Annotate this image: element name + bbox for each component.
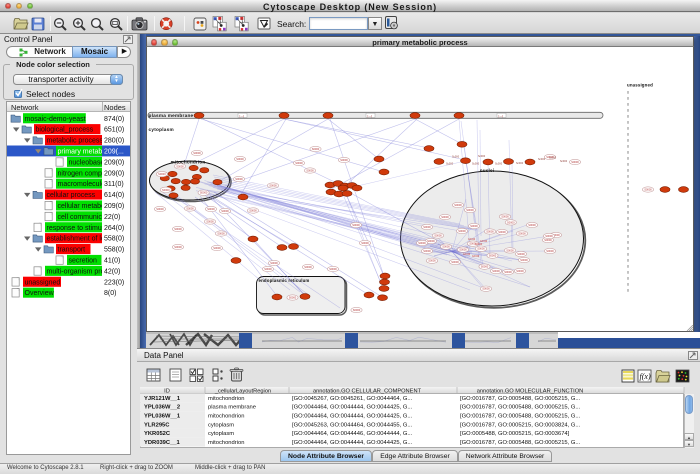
svg-text:[GO:0016787, GO:0005488, GO:00: [GO:0016787, GO:0005488, GO:0005215, G..…	[460, 414, 581, 420]
svg-text:YPL036W__2: YPL036W__2	[144, 405, 180, 411]
svg-text:YLR295C: YLR295C	[144, 422, 170, 428]
svg-text:[GO:0016787, GO:0005488, GO:00: [GO:0016787, GO:0005488, GO:0005215, G..…	[460, 440, 581, 446]
svg-text:YJR121W__1: YJR121W__1	[144, 396, 181, 402]
svg-text:mitochondrion: mitochondrion	[208, 440, 244, 446]
svg-text:annotation.GO CELLULAR_COMPONE: annotation.GO CELLULAR_COMPONENT	[313, 389, 422, 395]
svg-text:[GO:0045263, GO:0044464, GO:00: [GO:0045263, GO:0044464, GO:0044455, G..…	[292, 422, 413, 428]
svg-text:[GO:0045267, GO:0045261, GO:00: [GO:0045267, GO:0045261, GO:0044464, G..…	[292, 396, 413, 402]
svg-text:annotation.GO MOLECULAR_FUNCTI: annotation.GO MOLECULAR_FUNCTION	[477, 389, 584, 395]
svg-text:YPL036W__1: YPL036W__1	[144, 414, 181, 420]
svg-text:[GO:0016787, GO:0005488, GO:00: [GO:0016787, GO:0005488, GO:0005215, G..…	[460, 396, 581, 402]
svg-text:[GO:0044464, GO:0044444, GO:00: [GO:0044464, GO:0044444, GO:0044425, G..…	[292, 405, 413, 411]
svg-text:[GO:0016787, GO:0005488, GO:00: [GO:0016787, GO:0005488, GO:0005215, G..…	[460, 405, 581, 411]
svg-text:[GO:0044464, GO:0044444, GO:00: [GO:0044464, GO:0044444, GO:0044425, G..…	[292, 414, 413, 420]
svg-text:YKR052C: YKR052C	[144, 431, 171, 437]
svg-text:_cellularLayoutRegion: _cellularLayoutRegion	[214, 389, 271, 395]
svg-text:[GO:0005488, GO:0005215, GO:00: [GO:0005488, GO:0005215, GO:0003674]	[460, 431, 570, 437]
svg-text:YDR039C__1: YDR039C__1	[144, 440, 181, 446]
svg-text:[GO:0044464, GO:0044444, GO:00: [GO:0044464, GO:0044444, GO:0044425, G..…	[292, 440, 413, 446]
svg-text:cytoplasm: cytoplasm	[208, 422, 234, 428]
svg-text:mitochondrion: mitochondrion	[208, 414, 244, 420]
svg-text:mitochondrion: mitochondrion	[208, 396, 244, 402]
svg-text:[GO:0016787, GO:0005215, GO:00: [GO:0016787, GO:0005215, GO:0003824, G..…	[460, 422, 581, 428]
svg-text:cytoplasm: cytoplasm	[208, 431, 234, 437]
svg-text:plasma membrane: plasma membrane	[208, 405, 256, 411]
svg-text:[GO:0044464, GO:0044446, GO:00: [GO:0044464, GO:0044446, GO:0044444, G..…	[292, 431, 413, 437]
